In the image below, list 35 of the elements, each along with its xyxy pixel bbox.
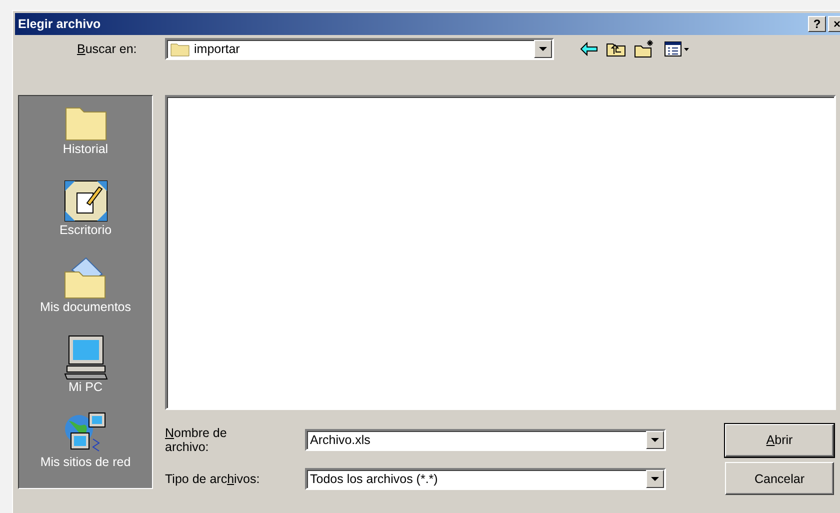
places-item[interactable]: Escritorio <box>59 179 112 256</box>
file-name-field[interactable]: Archivo.xls <box>305 429 666 451</box>
cancel-button[interactable]: Cancelar <box>725 462 834 495</box>
places-item[interactable]: Mis sitios de red <box>40 410 131 488</box>
up-button[interactable] <box>606 41 626 57</box>
dropdown-button[interactable] <box>646 470 664 488</box>
places-item[interactable]: Historial <box>62 102 108 180</box>
folder-icon <box>170 41 190 57</box>
file-type-label: Tipo de archivos: <box>165 472 261 486</box>
computer-icon <box>62 334 108 380</box>
dropdown-button[interactable] <box>646 431 664 449</box>
folder-up-icon <box>606 41 626 57</box>
view-button[interactable] <box>664 41 690 57</box>
look-in-dropdown[interactable]: importar <box>165 38 554 60</box>
window-title: Elegir archivo <box>18 17 102 31</box>
dropdown-button[interactable] <box>534 40 552 58</box>
new-folder-icon <box>634 40 656 58</box>
view-menu-icon <box>664 41 690 57</box>
folder-name: importar <box>194 42 240 56</box>
look-in-label: Buscar en: <box>77 42 138 56</box>
places-item[interactable]: Mi PC <box>62 334 108 411</box>
caret-icon <box>539 47 547 51</box>
back-button[interactable] <box>580 42 598 56</box>
file-name-label: Nombre de archivo: <box>165 426 228 454</box>
desktop-icon <box>62 179 108 224</box>
help-button[interactable]: ? <box>808 16 826 32</box>
caret-icon <box>651 438 659 442</box>
caret-icon <box>651 476 659 480</box>
places-item[interactable]: Mis documentos <box>40 256 131 334</box>
file-type-dropdown[interactable]: Todos los archivos (*.*) <box>305 468 666 490</box>
open-button[interactable]: Abrir <box>725 424 834 456</box>
back-arrow-icon <box>580 42 598 56</box>
close-button[interactable]: × <box>828 16 840 32</box>
new-folder-button[interactable] <box>634 40 656 58</box>
documents-folder-icon <box>62 256 108 300</box>
